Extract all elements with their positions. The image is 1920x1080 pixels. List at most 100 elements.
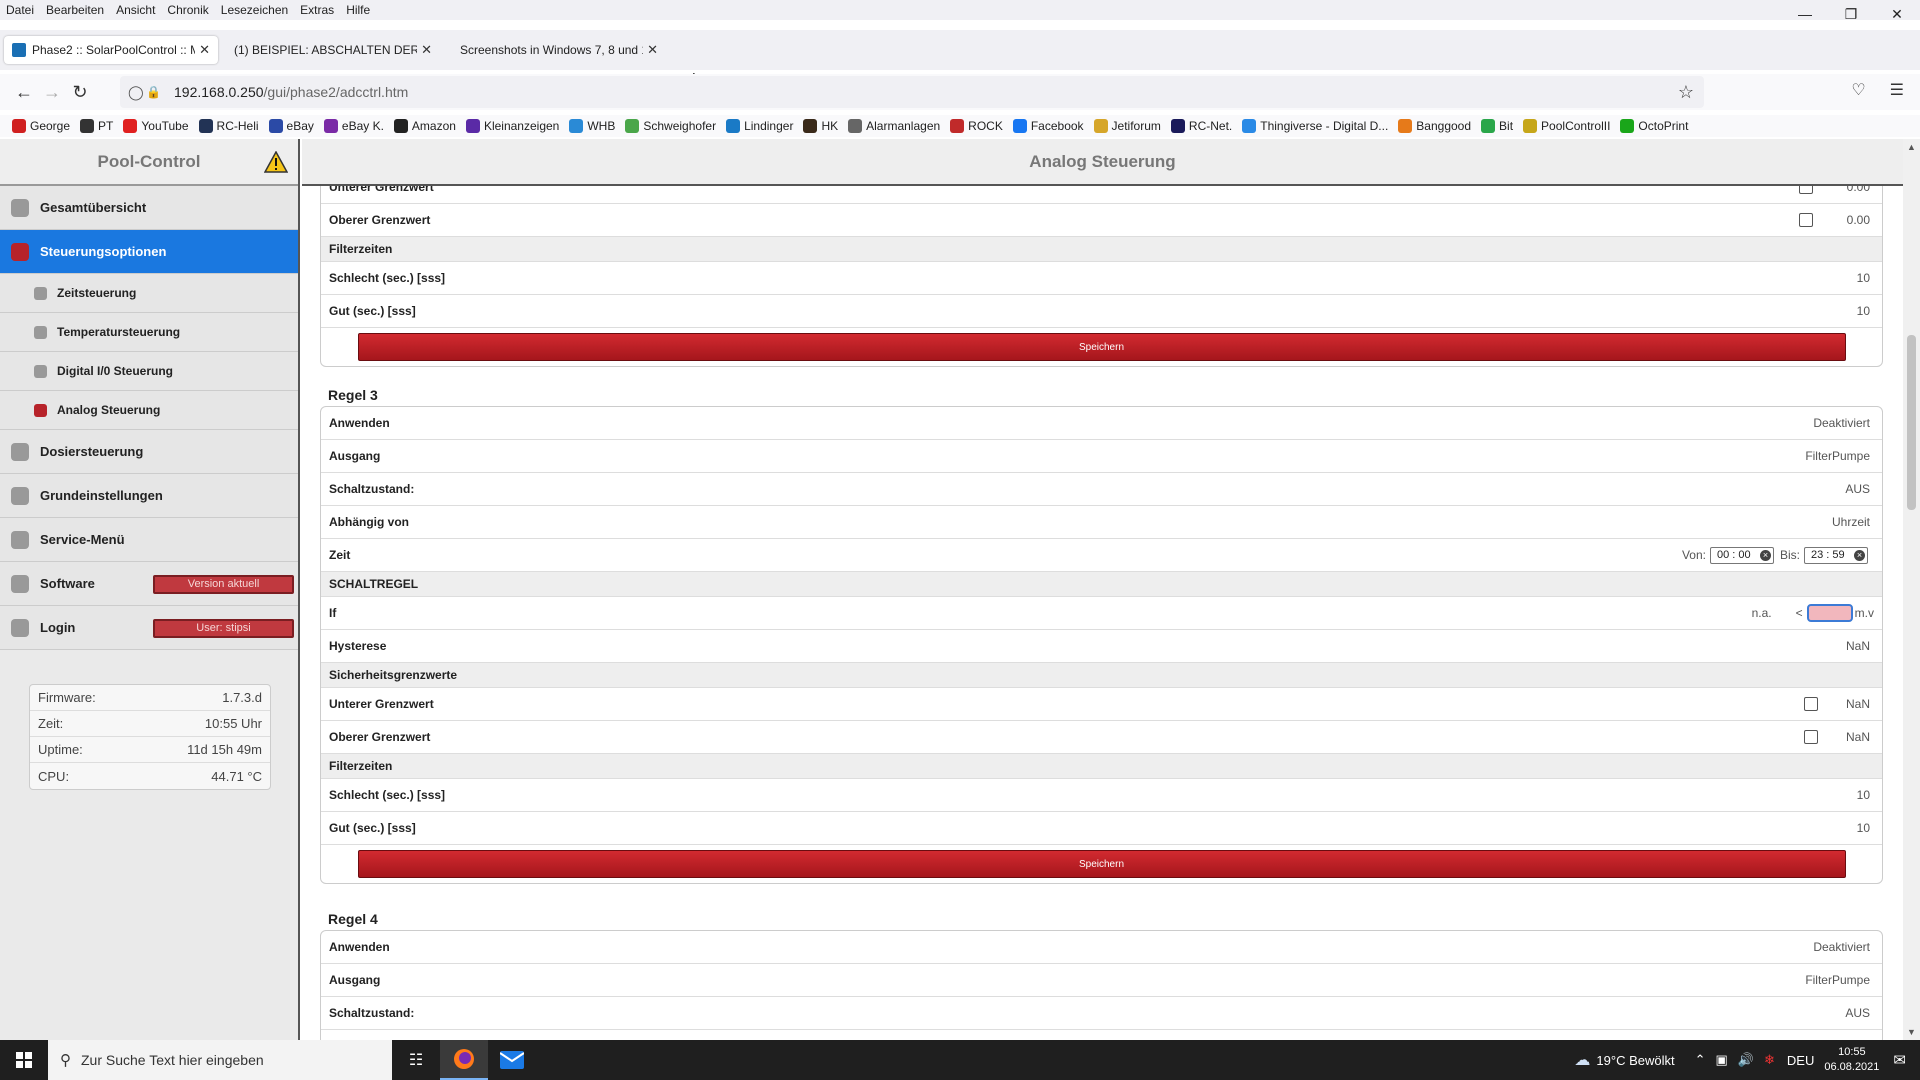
regel4-schaltzustand-row[interactable]: Schaltzustand: AUS bbox=[321, 997, 1882, 1030]
schaltzustand-select[interactable]: AUS bbox=[1845, 1006, 1870, 1020]
bookmark-item[interactable]: Amazon bbox=[393, 119, 456, 133]
address-bar[interactable]: ◯ 🔒 192.168.0.250/gui/phase2/adcctrl.htm… bbox=[120, 76, 1704, 108]
taskbar-clock[interactable]: 10:55 06.08.2021 bbox=[1824, 1045, 1879, 1075]
tab-screenshots[interactable]: Screenshots in Windows 7, 8 und 10 ✕ bbox=[452, 36, 666, 64]
bookmark-item[interactable]: Schweighofer bbox=[625, 119, 716, 133]
sidebar-item-digital-i-0-steuerung[interactable]: Digital I/0 Steuerung bbox=[0, 352, 298, 391]
bookmark-item[interactable]: OctoPrint bbox=[1620, 119, 1688, 133]
menu-lesezeichen[interactable]: Lesezeichen bbox=[215, 3, 294, 17]
row-value[interactable]: NaN bbox=[1846, 730, 1870, 744]
bookmark-item[interactable]: eBay bbox=[268, 119, 314, 133]
sidebar-item-gesamtübersicht[interactable]: Gesamtübersicht bbox=[0, 186, 298, 230]
bookmark-item[interactable]: Kleinanzeigen bbox=[465, 119, 559, 133]
regel3-schaltzustand-row[interactable]: Schaltzustand: AUS bbox=[321, 473, 1882, 506]
tab-solarpoolcontrol[interactable]: Phase2 :: SolarPoolControl :: Mo ✕ bbox=[4, 36, 218, 64]
bookmark-star-icon[interactable]: ☆ bbox=[1678, 82, 1694, 103]
hamburger-menu-icon[interactable]: ☰ bbox=[1890, 80, 1904, 100]
bookmark-item[interactable]: George bbox=[12, 119, 70, 133]
bookmark-item[interactable]: ROCK bbox=[950, 119, 1003, 133]
warning-icon[interactable] bbox=[264, 151, 288, 173]
bookmark-item[interactable]: WHB bbox=[569, 119, 615, 133]
regel4-ausgang-row[interactable]: Ausgang FilterPumpe bbox=[321, 964, 1882, 997]
unterer-grenzwert-checkbox[interactable] bbox=[1803, 697, 1818, 711]
oberer-grenzwert-checkbox[interactable] bbox=[1798, 213, 1813, 227]
regel3-ausgang-row[interactable]: Ausgang FilterPumpe bbox=[321, 440, 1882, 473]
row-value[interactable]: 10 bbox=[1857, 788, 1870, 802]
row-value[interactable]: 10 bbox=[1857, 271, 1870, 285]
bookmark-item[interactable]: HK bbox=[803, 119, 838, 133]
anwenden-select[interactable]: Deaktiviert bbox=[1813, 940, 1870, 954]
menu-hilfe[interactable]: Hilfe bbox=[340, 3, 376, 17]
row-value[interactable]: 10 bbox=[1857, 304, 1870, 318]
tray-expand-icon[interactable]: ⌃ bbox=[1695, 1052, 1706, 1068]
regel2-gut-row[interactable]: Gut (sec.) [sss] 10 bbox=[321, 295, 1882, 328]
von-time-input[interactable]: 00 : 00 × bbox=[1709, 546, 1774, 564]
tab-close-icon[interactable]: ✕ bbox=[421, 42, 432, 58]
sidebar-item-login[interactable]: Login User: stipsi bbox=[0, 606, 298, 650]
hysterese-input[interactable]: NaN bbox=[1846, 639, 1870, 653]
bookmark-item[interactable]: Thingiverse - Digital D... bbox=[1242, 119, 1388, 133]
clear-icon[interactable]: × bbox=[1759, 549, 1771, 561]
bis-time-input[interactable]: 23 : 59 × bbox=[1804, 546, 1868, 564]
sidebar-item-dosiersteuerung[interactable]: Dosiersteuerung bbox=[0, 430, 298, 474]
bookmark-item[interactable]: Alarmanlagen bbox=[848, 119, 940, 133]
row-value[interactable]: NaN bbox=[1846, 697, 1870, 711]
ausgang-select[interactable]: FilterPumpe bbox=[1805, 449, 1870, 463]
sidebar-item-analog-steuerung[interactable]: Analog Steuerung bbox=[0, 391, 298, 430]
tab-beispiel[interactable]: (1) BEISPIEL: ABSCHALTEN DER FILTE ✕ bbox=[226, 36, 440, 64]
sidebar-status-badge[interactable]: Version aktuell bbox=[153, 575, 294, 594]
bookmark-item[interactable]: eBay K. bbox=[323, 119, 384, 133]
forward-arrow-icon[interactable]: → bbox=[38, 82, 66, 103]
tab-close-icon[interactable]: ✕ bbox=[647, 42, 658, 58]
menu-ansicht[interactable]: Ansicht bbox=[110, 3, 161, 17]
regel3-anwenden-row[interactable]: Anwenden Deaktiviert bbox=[321, 407, 1882, 440]
menu-extras[interactable]: Extras bbox=[294, 3, 340, 17]
anwenden-select[interactable]: Deaktiviert bbox=[1813, 416, 1870, 430]
notification-icon[interactable]: ✉ bbox=[1893, 1051, 1906, 1069]
if-source-select[interactable]: n.a. bbox=[1752, 606, 1772, 620]
network-icon[interactable]: ▣ bbox=[1716, 1052, 1728, 1068]
weather-text[interactable]: 19°C Bewölkt bbox=[1596, 1053, 1674, 1068]
regel3-save-button[interactable]: Speichern bbox=[357, 850, 1846, 878]
regel4-anwenden-row[interactable]: Anwenden Deaktiviert bbox=[321, 931, 1882, 964]
language-indicator[interactable]: DEU bbox=[1787, 1053, 1814, 1068]
regel3-abhaengig-row[interactable]: Abhängig von Uhrzeit bbox=[321, 506, 1882, 539]
regel3-schlecht-row[interactable]: Schlecht (sec.) [sss] 10 bbox=[321, 779, 1882, 812]
reload-icon[interactable]: ↻ bbox=[66, 82, 94, 103]
menu-datei[interactable]: Datei bbox=[0, 3, 40, 17]
scroll-up-icon[interactable]: ▲ bbox=[1907, 142, 1916, 152]
volume-icon[interactable]: 🔊 bbox=[1738, 1052, 1754, 1068]
sidebar-item-software[interactable]: Software Version aktuell bbox=[0, 562, 298, 606]
page-scrollbar[interactable]: ▲ ▼ bbox=[1903, 139, 1920, 1040]
sidebar-item-grundeinstellungen[interactable]: Grundeinstellungen bbox=[0, 474, 298, 518]
if-operator-select[interactable]: < bbox=[1796, 606, 1803, 620]
sidebar-item-service-menü[interactable]: Service-Menü bbox=[0, 518, 298, 562]
schaltzustand-select[interactable]: AUS bbox=[1845, 482, 1870, 496]
minimize-icon[interactable]: — bbox=[1782, 0, 1828, 28]
scrollbar-thumb[interactable] bbox=[1907, 335, 1916, 510]
menu-chronik[interactable]: Chronik bbox=[161, 3, 214, 17]
regel2-save-button[interactable]: Speichern bbox=[357, 333, 1846, 361]
task-view-icon[interactable]: ☷ bbox=[392, 1040, 440, 1080]
bookmark-item[interactable]: RC-Net. bbox=[1170, 119, 1232, 133]
regel3-hysterese-row[interactable]: Hysterese NaN bbox=[321, 630, 1882, 663]
if-threshold-input[interactable] bbox=[1806, 604, 1853, 622]
pocket-icon[interactable]: ♡ bbox=[1851, 80, 1865, 100]
sidebar-item-zeitsteuerung[interactable]: Zeitsteuerung bbox=[0, 274, 298, 313]
oberer-grenzwert-checkbox[interactable] bbox=[1803, 730, 1818, 744]
back-arrow-icon[interactable]: ← bbox=[10, 82, 38, 103]
taskbar-search-input[interactable]: ⚲ Zur Suche Text hier eingeben bbox=[48, 1040, 392, 1080]
url-text[interactable]: 192.168.0.250/gui/phase2/adcctrl.htm bbox=[174, 84, 408, 100]
bookmark-item[interactable]: PT bbox=[80, 119, 113, 133]
firefox-taskbar-icon[interactable] bbox=[440, 1040, 488, 1080]
sidebar-status-badge[interactable]: User: stipsi bbox=[153, 619, 294, 638]
sidebar-item-temperatursteuerung[interactable]: Temperatursteuerung bbox=[0, 313, 298, 352]
windows-start-icon[interactable] bbox=[0, 1040, 48, 1080]
bookmark-item[interactable]: YouTube bbox=[123, 119, 189, 133]
regel2-schlecht-row[interactable]: Schlecht (sec.) [sss] 10 bbox=[321, 262, 1882, 295]
restore-icon[interactable]: ❐ bbox=[1828, 0, 1874, 28]
bookmark-item[interactable]: PoolControlII bbox=[1523, 119, 1610, 133]
antivirus-icon[interactable]: ❄ bbox=[1764, 1052, 1775, 1068]
bookmark-item[interactable]: Banggood bbox=[1398, 119, 1471, 133]
menu-bearbeiten[interactable]: Bearbeiten bbox=[40, 3, 110, 17]
